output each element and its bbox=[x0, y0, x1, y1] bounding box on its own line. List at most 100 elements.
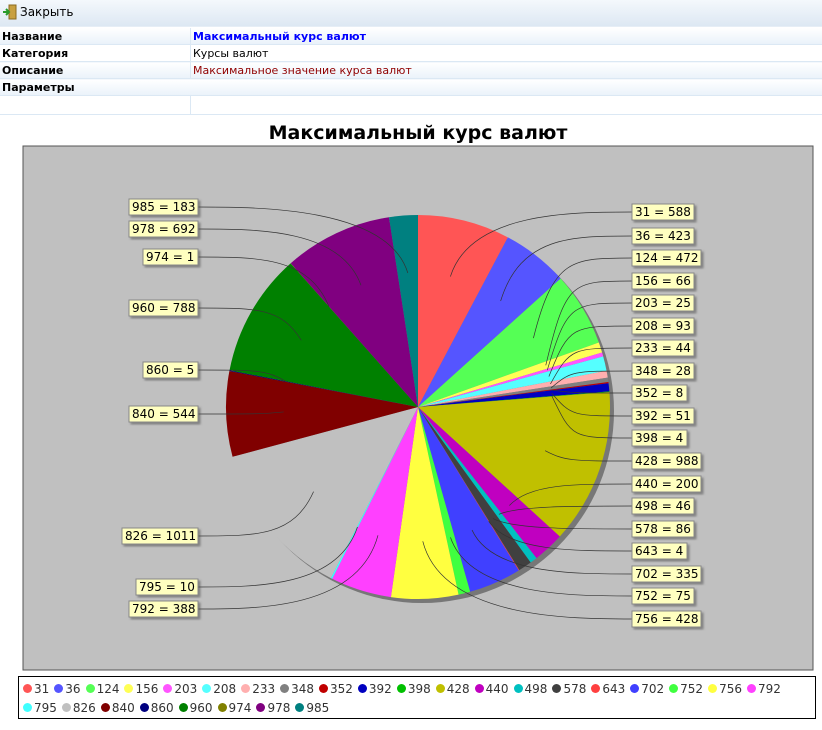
legend-label: 233 bbox=[252, 681, 276, 696]
legend-item-792: 792 bbox=[746, 679, 781, 698]
legend-item-960: 960 bbox=[178, 698, 213, 717]
legend-item-498: 498 bbox=[513, 679, 548, 698]
data-label-752: 752 = 75 bbox=[635, 589, 691, 603]
data-label-31: 31 = 588 bbox=[635, 205, 691, 219]
legend-item-203: 203 bbox=[163, 679, 197, 698]
legend-label: 974 bbox=[228, 700, 252, 715]
legend-swatch bbox=[591, 684, 601, 693]
legend-label: 348 bbox=[291, 681, 314, 696]
legend-swatch bbox=[552, 684, 562, 693]
legend-swatch bbox=[100, 703, 110, 712]
data-label-840: 840 = 544 bbox=[132, 407, 196, 421]
legend-item-985: 985 bbox=[295, 698, 329, 717]
legend-item-428: 428 bbox=[435, 679, 470, 698]
legend-label: 578 bbox=[563, 681, 587, 696]
data-label-498: 498 = 46 bbox=[635, 499, 691, 513]
legend-item-124: 124 bbox=[85, 679, 120, 698]
legend-label: 208 bbox=[213, 681, 237, 696]
legend-label: 978 bbox=[267, 700, 291, 715]
legend-label: 643 bbox=[602, 681, 626, 696]
legend-label: 498 bbox=[524, 681, 548, 696]
data-label-124: 124 = 472 bbox=[635, 251, 699, 265]
legend-item-974: 974 bbox=[217, 698, 252, 717]
data-label-974: 974 = 1 bbox=[146, 250, 194, 264]
legend: 31 36 124 156 203 208 233 348 352 392 398 428 440 498… bbox=[18, 676, 816, 719]
legend-item-233: 233 bbox=[241, 679, 275, 698]
data-label-978: 978 = 692 bbox=[132, 222, 196, 236]
legend-swatch bbox=[319, 684, 328, 693]
legend-swatch bbox=[178, 703, 188, 712]
data-label-960: 960 = 788 bbox=[132, 301, 196, 315]
legend-swatch bbox=[630, 684, 640, 693]
legend-swatch bbox=[396, 684, 406, 693]
legend-item-156: 156 bbox=[124, 679, 158, 698]
legend-label: 398 bbox=[407, 681, 431, 696]
legend-swatch bbox=[23, 684, 32, 693]
legend-swatch bbox=[241, 684, 251, 693]
legend-item-440: 440 bbox=[474, 679, 509, 698]
legend-label: 124 bbox=[96, 681, 120, 696]
data-label-203: 203 = 25 bbox=[635, 296, 691, 310]
legend-item-36: 36 bbox=[54, 679, 81, 698]
data-label-428: 428 = 988 bbox=[635, 454, 699, 468]
legend-item-978: 978 bbox=[256, 698, 290, 717]
legend-item-795: 795 bbox=[23, 698, 57, 717]
legend-swatch bbox=[513, 684, 523, 693]
data-label-643: 643 = 4 bbox=[635, 544, 683, 558]
legend-label: 428 bbox=[446, 681, 470, 696]
legend-swatch bbox=[435, 684, 445, 693]
legend-label: 440 bbox=[485, 681, 509, 696]
data-label-348: 348 = 28 bbox=[635, 364, 691, 378]
legend-item-348: 348 bbox=[280, 679, 314, 698]
legend-label: 826 bbox=[72, 700, 96, 715]
legend-item-392: 392 bbox=[357, 679, 392, 698]
data-label-392: 392 = 51 bbox=[635, 409, 691, 423]
legend-label: 392 bbox=[368, 681, 392, 696]
data-label-985: 985 = 183 bbox=[132, 200, 196, 214]
legend-item-860: 860 bbox=[139, 698, 174, 717]
legend-item-840: 840 bbox=[100, 698, 135, 717]
legend-swatch bbox=[124, 684, 134, 693]
legend-item-702: 702 bbox=[630, 679, 664, 698]
data-label-860: 860 = 5 bbox=[146, 363, 194, 377]
data-label-352: 352 = 8 bbox=[635, 386, 683, 400]
legend-item-578: 578 bbox=[552, 679, 586, 698]
legend-swatch bbox=[474, 684, 484, 693]
legend-label: 795 bbox=[34, 700, 57, 715]
legend-swatch bbox=[746, 684, 756, 693]
legend-label: 36 bbox=[65, 681, 81, 696]
legend-item-208: 208 bbox=[202, 679, 236, 698]
legend-swatch bbox=[357, 684, 367, 693]
legend-label: 985 bbox=[306, 700, 330, 715]
data-label-233: 233 = 44 bbox=[635, 341, 691, 355]
legend-swatch bbox=[85, 684, 95, 693]
legend-swatch bbox=[202, 684, 212, 693]
legend-swatch bbox=[256, 703, 266, 712]
legend-item-31: 31 bbox=[23, 679, 49, 698]
data-label-826: 826 = 1011 bbox=[125, 529, 196, 543]
legend-label: 860 bbox=[150, 700, 174, 715]
legend-label: 752 bbox=[680, 681, 704, 696]
legend-swatch bbox=[708, 684, 718, 693]
data-label-398: 398 = 4 bbox=[635, 431, 683, 445]
data-label-156: 156 = 66 bbox=[635, 274, 691, 288]
legend-item-398: 398 bbox=[396, 679, 431, 698]
legend-swatch bbox=[23, 703, 32, 712]
data-label-792: 792 = 388 bbox=[132, 602, 196, 616]
data-label-702: 702 = 335 bbox=[635, 567, 699, 581]
data-label-795: 795 = 10 bbox=[139, 580, 195, 594]
data-label-208: 208 = 93 bbox=[635, 319, 691, 333]
legend-swatch bbox=[61, 703, 71, 712]
legend-swatch bbox=[280, 684, 290, 693]
legend-label: 352 bbox=[330, 681, 353, 696]
legend-item-352: 352 bbox=[319, 679, 353, 698]
legend-label: 960 bbox=[189, 700, 213, 715]
legend-label: 203 bbox=[174, 681, 198, 696]
data-label-578: 578 = 86 bbox=[635, 522, 691, 536]
data-label-756: 756 = 428 bbox=[635, 612, 699, 626]
legend-item-756: 756 bbox=[708, 679, 742, 698]
legend-item-752: 752 bbox=[669, 679, 703, 698]
data-label-440: 440 = 200 bbox=[635, 477, 699, 491]
legend-swatch bbox=[163, 684, 173, 693]
legend-swatch bbox=[54, 684, 64, 693]
